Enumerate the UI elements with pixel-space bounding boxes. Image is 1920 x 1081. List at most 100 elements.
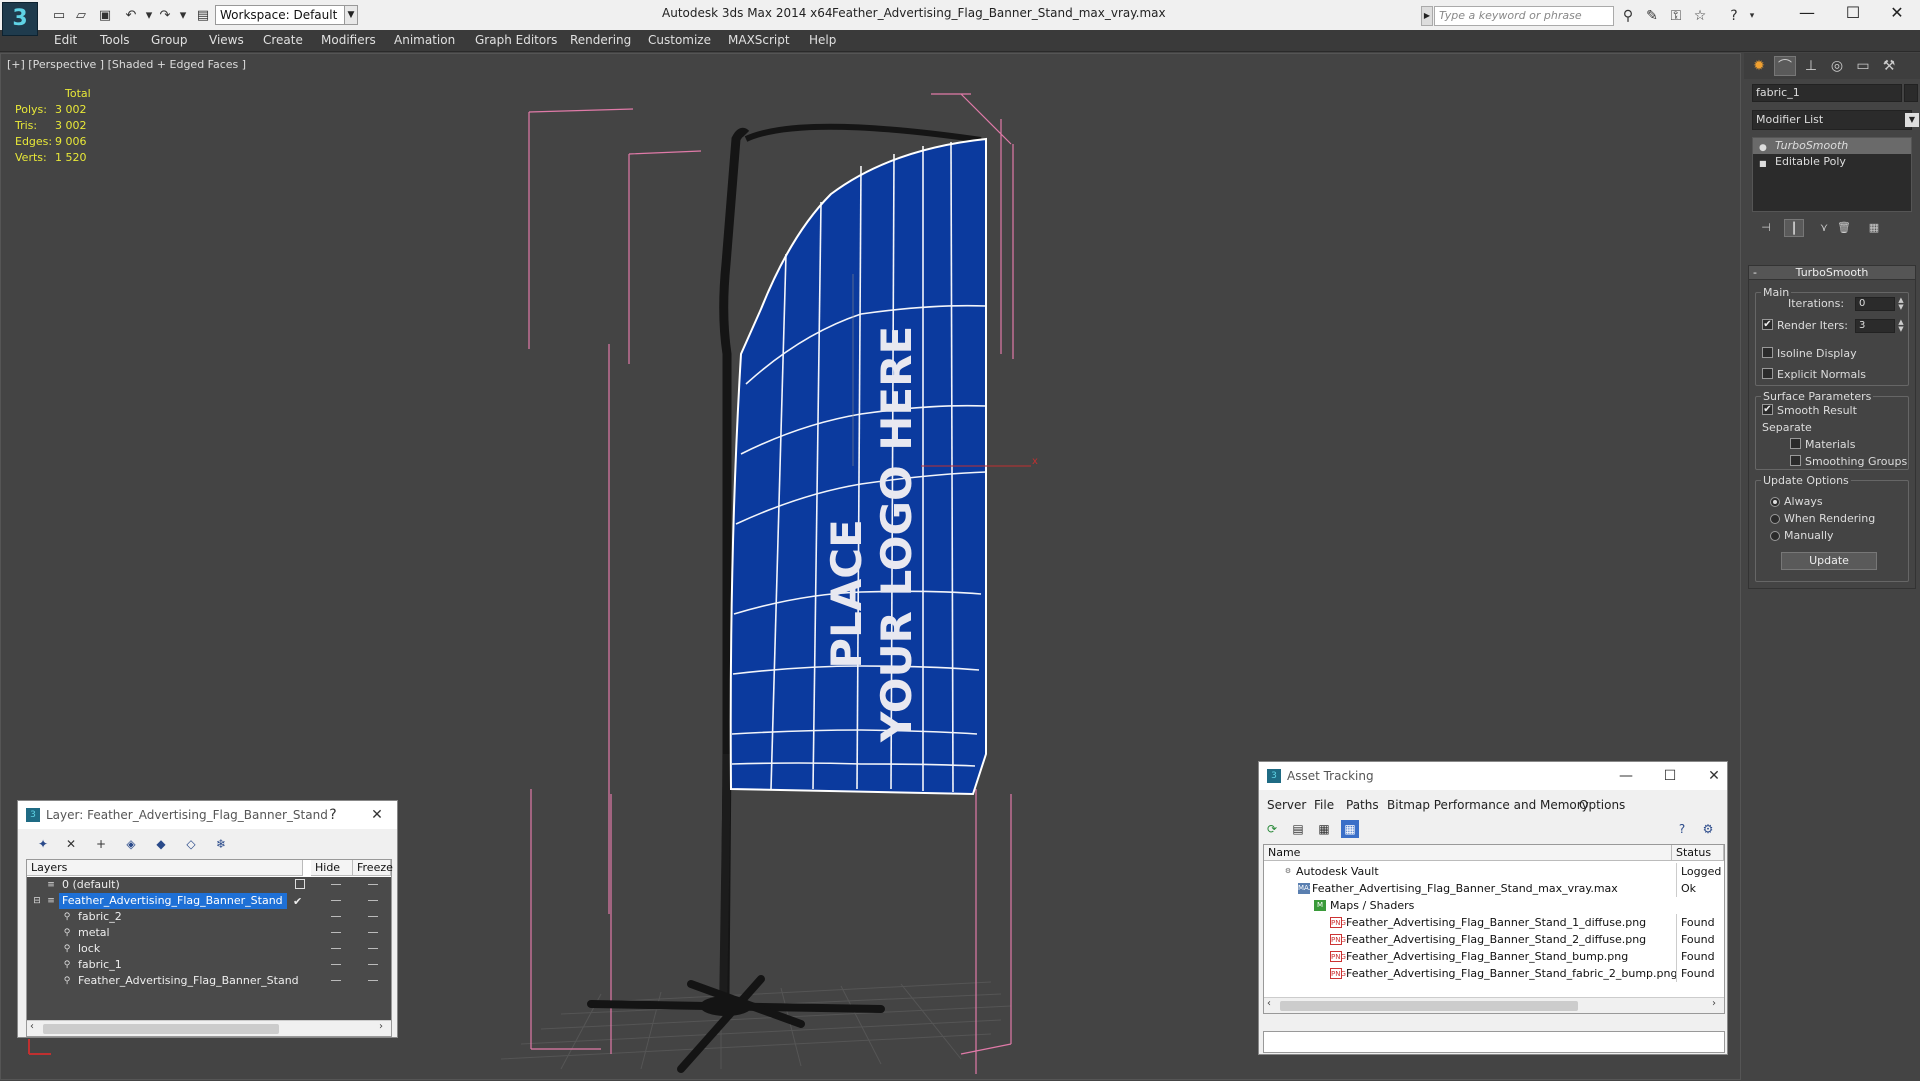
menu-help[interactable]: Help (809, 33, 836, 47)
make-unique-icon[interactable]: ⋎ (1814, 219, 1834, 237)
display-tab-icon[interactable]: ▭ (1852, 56, 1874, 76)
workspace-select[interactable]: Workspace: Default (215, 5, 345, 25)
asset-menu-options[interactable]: Options (1579, 798, 1625, 812)
close-button[interactable]: ✕ (1874, 0, 1920, 28)
favorites-star-icon[interactable]: ☆ (1690, 6, 1710, 26)
layer-row-selected[interactable]: ⊟ ≡ Feather_Advertising_Flag_Banner_Stan… (27, 893, 391, 909)
col-status[interactable]: Status (1672, 845, 1724, 861)
freeze-toggle[interactable] (368, 884, 378, 885)
open-file-icon[interactable]: ▱ (72, 6, 90, 24)
menu-group[interactable]: Group (151, 33, 188, 47)
create-layer-icon[interactable]: ✦ (34, 835, 52, 853)
rollout-title[interactable]: - TurboSmooth (1749, 266, 1915, 280)
tree-view-icon[interactable]: ▦ (1315, 820, 1333, 838)
scroll-right-icon[interactable]: › (1712, 998, 1716, 1009)
create-tab-icon[interactable]: ✹ (1748, 56, 1770, 76)
scroll-left-icon[interactable]: ‹ (30, 1021, 34, 1032)
layer-object-row[interactable]: ⚲ Feather_Advertising_Flag_Banner_Stand (27, 973, 391, 989)
asset-row[interactable]: MAX Feather_Advertising_Flag_Banner_Stan… (1264, 880, 1724, 897)
collapse-icon[interactable]: - (1753, 266, 1757, 280)
modify-tab-icon[interactable]: ⌒ (1774, 56, 1796, 76)
menu-views[interactable]: Views (209, 33, 244, 47)
iterations-spinner[interactable]: 0 (1855, 297, 1895, 311)
communication-center-icon[interactable]: ✎ (1642, 6, 1662, 26)
object-color-swatch[interactable] (1904, 84, 1918, 102)
highlight-layer-icon[interactable]: ◆ (152, 835, 170, 853)
asset-row[interactable]: PNG Feather_Advertising_Flag_Banner_Stan… (1264, 931, 1724, 948)
utilities-tab-icon[interactable]: ⚒ (1878, 56, 1900, 76)
col-layers[interactable]: Layers (27, 860, 303, 876)
redo-dropdown-icon[interactable]: ▾ (174, 6, 192, 24)
expand-icon[interactable]: ■ (1759, 156, 1767, 172)
select-in-layer-icon[interactable]: ◈ (122, 835, 140, 853)
layer-object-row[interactable]: ⚲ fabric_2 (27, 909, 391, 925)
redo-icon[interactable]: ↷ (156, 6, 174, 24)
object-name-field[interactable]: fabric_1 (1752, 84, 1902, 102)
viewport-label[interactable]: [+] [Perspective ] [Shaded + Edged Faces… (7, 58, 246, 71)
stack-item-turbosmooth[interactable]: ● TurboSmooth (1753, 138, 1911, 154)
project-folder-icon[interactable]: ▤ (194, 6, 212, 24)
asset-help-icon[interactable]: ? (1673, 820, 1691, 838)
asset-minimize-button[interactable]: — (1613, 766, 1639, 786)
asset-row[interactable]: M Maps / Shaders (1264, 897, 1724, 914)
explicit-normals-checkbox[interactable] (1762, 368, 1773, 379)
layer-row[interactable]: ≡ 0 (default) (27, 877, 391, 893)
hide-toggle[interactable] (331, 916, 341, 917)
asset-close-button[interactable]: ✕ (1701, 766, 1727, 786)
modifier-stack[interactable]: ● TurboSmooth ■ Editable Poly (1752, 137, 1912, 212)
asset-settings-icon[interactable]: ⚙ (1699, 820, 1717, 838)
minimize-button[interactable]: — (1784, 0, 1830, 28)
menu-create[interactable]: Create (263, 33, 303, 47)
asset-menu-bitmap[interactable]: Bitmap Performance and Memory (1387, 798, 1589, 812)
spinner-arrows-icon[interactable]: ▲ ▼ (1897, 319, 1905, 333)
asset-maximize-button[interactable]: ☐ (1657, 766, 1683, 786)
search-input[interactable]: Type a keyword or phrase (1434, 6, 1614, 26)
hide-toggle[interactable] (331, 964, 341, 965)
asset-row[interactable]: ⚙ Autodesk Vault Logged Out (1264, 863, 1724, 880)
current-layer-check-icon[interactable]: ✔ (293, 894, 302, 910)
search-expand-icon[interactable]: ▶ (1421, 6, 1433, 26)
asset-row[interactable]: PNG Feather_Advertising_Flag_Banner_Stan… (1264, 948, 1724, 965)
menu-tools[interactable]: Tools (100, 33, 130, 47)
menu-rendering[interactable]: Rendering (570, 33, 631, 47)
hide-all-layers-icon[interactable]: ◇ (182, 835, 200, 853)
modifier-list-dropdown[interactable]: Modifier List ▼ (1752, 110, 1919, 130)
update-button[interactable]: Update (1781, 552, 1877, 570)
asset-menu-file[interactable]: File (1314, 798, 1334, 812)
scroll-right-icon[interactable]: › (379, 1021, 383, 1032)
pin-stack-icon[interactable]: ⊣ (1756, 219, 1776, 237)
freeze-toggle[interactable] (368, 948, 378, 949)
show-end-result-icon[interactable]: ┃ (1784, 219, 1804, 237)
hide-toggle[interactable] (331, 900, 341, 901)
freeze-toggle[interactable] (368, 980, 378, 981)
always-radio[interactable] (1770, 497, 1780, 507)
list-view-icon[interactable]: ▤ (1289, 820, 1307, 838)
hide-toggle[interactable] (331, 948, 341, 949)
maximize-button[interactable]: ☐ (1830, 0, 1876, 28)
layer-object-row[interactable]: ⚲ metal (27, 925, 391, 941)
manually-radio[interactable] (1770, 531, 1780, 541)
menu-edit[interactable]: Edit (54, 33, 77, 47)
help-dropdown-icon[interactable]: ▾ (1742, 6, 1762, 26)
key-icon[interactable]: ⚿ (1666, 6, 1686, 26)
stack-item-editable-poly[interactable]: ■ Editable Poly (1753, 154, 1911, 170)
col-freeze[interactable]: Freeze (353, 860, 393, 876)
freeze-toggle[interactable] (368, 964, 378, 965)
materials-checkbox[interactable] (1790, 438, 1801, 449)
col-name[interactable]: Name (1264, 845, 1672, 861)
when-rendering-radio[interactable] (1770, 514, 1780, 524)
hierarchy-tab-icon[interactable]: ⊥ (1800, 56, 1822, 76)
spinner-arrows-icon[interactable]: ▲ ▼ (1897, 297, 1905, 311)
chevron-down-icon[interactable]: ▼ (1905, 113, 1919, 127)
layer-object-row[interactable]: ⚲ fabric_1 (27, 957, 391, 973)
freeze-all-layers-icon[interactable]: ❄ (212, 835, 230, 853)
asset-list[interactable]: Name Status ⚙ Autodesk Vault Logged Out … (1263, 844, 1725, 1014)
undo-icon[interactable]: ↶ (122, 6, 140, 24)
layer-close-button[interactable]: ✕ (364, 805, 390, 825)
layer-list[interactable]: Layers Hide Freeze ≡ 0 (default) ⊟ ≡ Fea… (26, 859, 393, 1037)
menu-graph-editors[interactable]: Graph Editors (475, 33, 557, 47)
smooth-result-checkbox[interactable]: ✔ (1762, 404, 1773, 415)
asset-menu-paths[interactable]: Paths (1346, 798, 1379, 812)
hide-toggle[interactable] (331, 980, 341, 981)
refresh-icon[interactable]: ⟳ (1263, 820, 1281, 838)
